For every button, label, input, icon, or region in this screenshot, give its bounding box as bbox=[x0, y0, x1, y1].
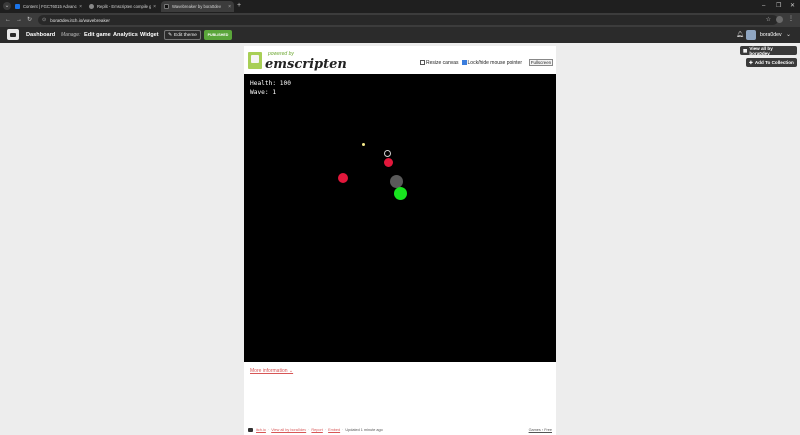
tab-favicon-icon bbox=[89, 4, 94, 9]
edit-game-link[interactable]: Edit game bbox=[84, 31, 111, 39]
itch-admin-header: Dashboard Manage: Edit game Analytics Wi… bbox=[0, 27, 800, 43]
site-info-icon[interactable]: ⊙ bbox=[42, 17, 46, 23]
footer-separator: · bbox=[324, 428, 327, 432]
reload-icon[interactable]: ↻ bbox=[27, 16, 32, 24]
emscripten-logo-icon bbox=[248, 52, 262, 69]
browser-tab-replit[interactable]: Replit - Emscripten compile g... × bbox=[86, 1, 159, 12]
embed-link[interactable]: Embed bbox=[328, 428, 340, 432]
page-footer: itch.io · View all by bora0dev · Report … bbox=[248, 426, 554, 434]
health-text: Health: 100 bbox=[250, 80, 291, 87]
resize-canvas-checkbox[interactable] bbox=[420, 60, 425, 65]
game-canvas[interactable]: Health: 100 Wave: 1 bbox=[244, 74, 556, 362]
crosshair-icon bbox=[384, 150, 391, 157]
manage-label: Manage: bbox=[61, 32, 81, 38]
browser-tab-content[interactable]: Content | FGCT6015 Advance... × bbox=[12, 1, 85, 12]
url-text: bora0dev.itch.io/wavebreaker bbox=[50, 17, 110, 23]
close-tab-icon[interactable]: × bbox=[228, 4, 231, 10]
dashboard-link[interactable]: Dashboard bbox=[26, 31, 55, 39]
tab-title: Wavebreaker by bora0dev bbox=[172, 4, 221, 9]
resize-canvas-label: Resize canvas bbox=[426, 59, 459, 66]
emscripten-brand: emscripten bbox=[265, 57, 347, 72]
username-link[interactable]: bora0dev bbox=[760, 31, 782, 39]
browser-toolbar: ← → ↻ ⊙ bora0dev.itch.io/wavebreaker ☆ ⋮ bbox=[0, 13, 800, 27]
fullscreen-button[interactable]: Fullscreen bbox=[529, 59, 553, 66]
report-link[interactable]: Report bbox=[311, 428, 322, 432]
updated-text: Updated 1 minute ago bbox=[345, 428, 383, 432]
tab-favicon-icon bbox=[164, 4, 169, 9]
widget-link[interactable]: Widget bbox=[140, 31, 159, 39]
window-close-icon[interactable]: ✕ bbox=[790, 2, 795, 10]
chevron-down-icon[interactable]: ⌄ bbox=[786, 31, 791, 39]
maximize-icon[interactable]: ❐ bbox=[776, 2, 781, 10]
add-to-collection-button[interactable]: ✚ Add To Collection bbox=[746, 58, 797, 67]
emscripten-header: powered by emscripten Resize canvas Lock… bbox=[244, 50, 556, 75]
wave-text: Wave: 1 bbox=[250, 89, 277, 96]
view-all-footer-link[interactable]: View all by bora0dev bbox=[271, 428, 306, 432]
browser-menu-icon[interactable]: ⋮ bbox=[788, 16, 794, 23]
plus-icon: ✚ bbox=[749, 59, 753, 65]
browser-tab-wavebreaker[interactable]: Wavebreaker by bora0dev × bbox=[161, 1, 234, 12]
tab-title: Content | FGCT6015 Advance... bbox=[23, 4, 78, 9]
grid-icon: ▦ bbox=[743, 47, 748, 53]
browser-tab-strip: ⌄ Content | FGCT6015 Advance... × Replit… bbox=[0, 0, 800, 13]
pencil-icon: ✎ bbox=[168, 32, 173, 38]
edit-theme-label: Edit theme bbox=[174, 32, 197, 38]
tab-search-icon[interactable]: ⌄ bbox=[3, 2, 11, 10]
tab-favicon-icon bbox=[15, 4, 20, 9]
edit-theme-button[interactable]: ✎ Edit theme bbox=[164, 30, 201, 40]
category-breadcrumb[interactable]: Games › Free bbox=[529, 428, 552, 432]
bookmark-star-icon[interactable]: ☆ bbox=[766, 16, 771, 23]
back-icon[interactable]: ← bbox=[5, 16, 11, 24]
itch-logo-icon[interactable] bbox=[7, 29, 19, 40]
footer-separator: · bbox=[308, 428, 310, 432]
view-all-button[interactable]: ▦ View all by bora0dev bbox=[740, 45, 797, 56]
enemy bbox=[338, 173, 348, 183]
published-status-badge: PUBLISHED bbox=[204, 30, 232, 40]
itch-footer-icon bbox=[248, 428, 253, 432]
add-to-collection-label: Add To Collection bbox=[754, 60, 794, 65]
close-tab-icon[interactable]: × bbox=[153, 4, 156, 10]
emscripten-options: Resize canvas Lock/hide mouse pointer Fu… bbox=[420, 59, 553, 66]
player bbox=[394, 187, 407, 200]
lock-pointer-checkbox[interactable] bbox=[461, 60, 467, 65]
new-tab-icon[interactable]: + bbox=[237, 2, 241, 10]
minimize-icon[interactable]: – bbox=[762, 2, 765, 10]
lock-pointer-label: Lock/hide mouse pointer bbox=[467, 59, 522, 66]
view-all-label: View all by bora0dev bbox=[749, 45, 773, 56]
tab-title: Replit - Emscripten compile g... bbox=[97, 4, 152, 9]
forward-icon[interactable]: → bbox=[16, 16, 22, 24]
enemy bbox=[384, 158, 393, 167]
more-information-link[interactable]: More information ⌄ bbox=[250, 368, 293, 374]
profile-icon[interactable] bbox=[776, 16, 783, 23]
game-column: powered by emscripten Resize canvas Lock… bbox=[244, 46, 556, 435]
close-tab-icon[interactable]: × bbox=[79, 4, 82, 10]
notifications-bell-icon[interactable]: 🔔︎ bbox=[736, 31, 744, 38]
analytics-link[interactable]: Analytics bbox=[113, 31, 138, 39]
bullet bbox=[362, 143, 365, 146]
address-bar[interactable]: ⊙ bora0dev.itch.io/wavebreaker bbox=[38, 15, 778, 25]
footer-separator: · bbox=[342, 428, 344, 432]
footer-separator: · bbox=[267, 428, 270, 432]
itch-footer-link[interactable]: itch.io bbox=[256, 428, 266, 432]
avatar[interactable] bbox=[746, 30, 756, 40]
